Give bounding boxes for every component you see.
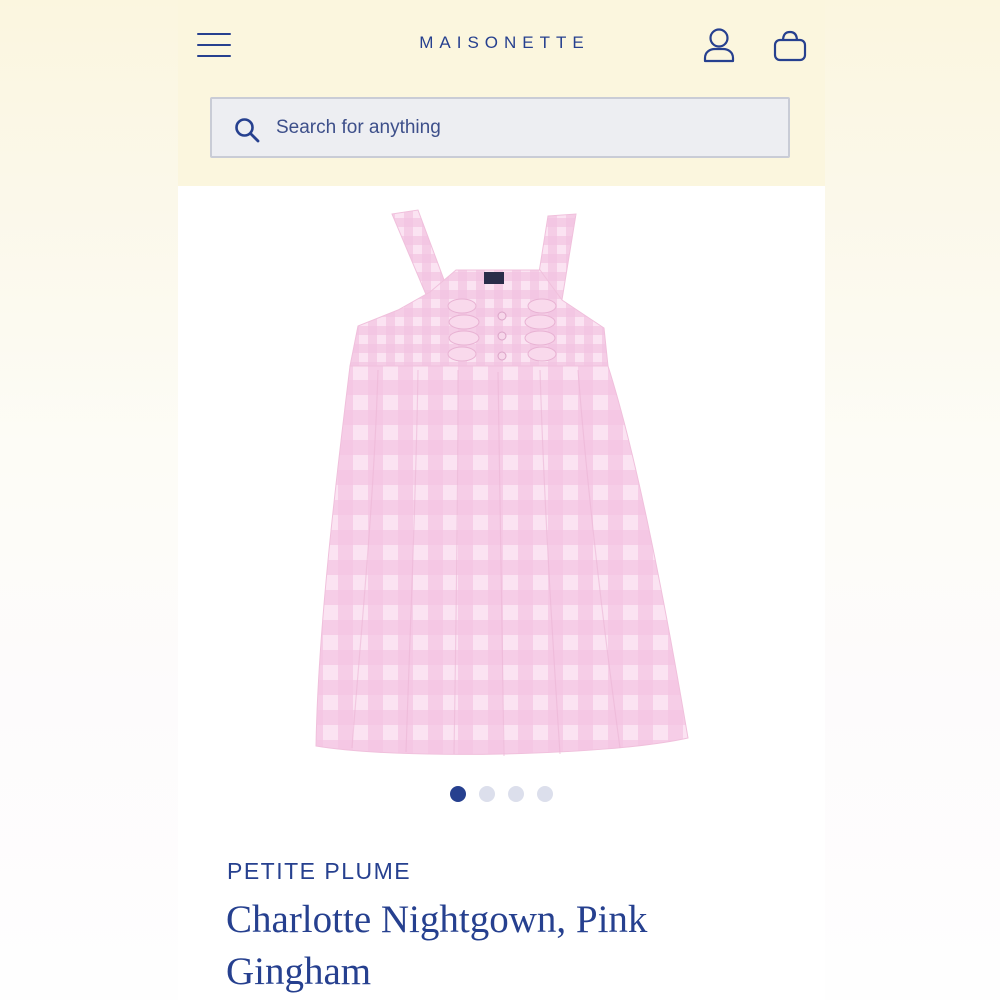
mobile-screen: MAISONETTE Search for anything PETITE PL… xyxy=(178,0,825,1000)
carousel-dot-2[interactable] xyxy=(479,786,495,802)
carousel-dot-3[interactable] xyxy=(508,786,524,802)
blurred-background-right xyxy=(825,0,1000,1000)
product-brand[interactable]: PETITE PLUME xyxy=(227,858,411,885)
shopping-bag-icon[interactable] xyxy=(772,29,808,63)
user-icon[interactable] xyxy=(702,27,736,63)
blurred-background-left xyxy=(0,0,178,1000)
carousel-dot-4[interactable] xyxy=(537,786,553,802)
product-image[interactable] xyxy=(278,200,728,780)
product-title: Charlotte Nightgown, Pink Gingham xyxy=(226,898,648,993)
site-header: MAISONETTE xyxy=(178,0,825,186)
search-icon[interactable] xyxy=(234,117,260,143)
image-carousel-dots xyxy=(178,786,825,802)
search-bar[interactable] xyxy=(210,97,790,158)
search-input[interactable] xyxy=(276,99,776,156)
carousel-dot-1[interactable] xyxy=(450,786,466,802)
